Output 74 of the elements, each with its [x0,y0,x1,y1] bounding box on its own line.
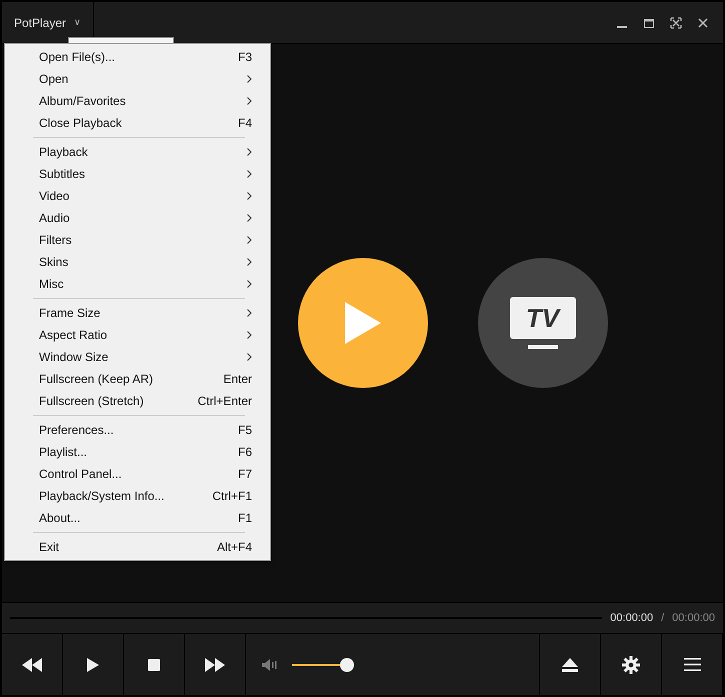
menu-item[interactable]: Exit Alt+F4 [5,536,270,558]
menu-item-label: Playlist... [39,444,88,461]
menu-item[interactable]: Window Size [5,346,270,368]
menu-item[interactable]: Close Playback F4 [5,112,270,134]
total-time: 00:00:00 [672,610,715,626]
menu-item[interactable]: Aspect Ratio [5,324,270,346]
menu-item-label: Control Panel... [39,466,123,483]
menu-item-label: Audio [39,210,71,227]
menu-item[interactable]: Frame Size [5,302,270,324]
menu-item-label: Open File(s)... [39,49,116,66]
menu-item[interactable]: Misc [5,273,270,295]
menu-item[interactable]: Preferences... F5 [5,419,270,441]
menu-item-label: Playback/System Info... [39,488,166,505]
menu-item-label: Exit [39,539,60,556]
menu-item[interactable]: Album/Favorites [5,90,270,112]
play-icon [342,300,382,346]
menu-item[interactable]: Playback/System Info... Ctrl+F1 [5,485,270,507]
maximize-icon[interactable] [643,16,655,28]
menu-icon [684,658,700,671]
tv-button[interactable]: TV [478,258,608,388]
shortcut-label: F4 [238,115,252,132]
menu-item[interactable]: Filters [5,229,270,251]
menu-item-label: Frame Size [39,305,102,322]
volume-slider[interactable] [292,658,354,672]
eject-icon [562,658,578,672]
menu-item[interactable]: Fullscreen (Keep AR) Enter [5,368,270,390]
menu-item-label: About... [39,510,82,527]
menu-item-label: Fullscreen (Stretch) [39,393,145,410]
current-time: 00:00:00 [610,610,654,626]
shortcut-label: Ctrl+Enter [198,393,252,410]
menu-item-label: Misc [39,276,65,293]
menu-item[interactable]: Open File(s)... F3 [5,46,270,68]
menu-item-label: Window Size [39,349,110,366]
menu-item-label: Aspect Ratio [39,327,108,344]
menu-item[interactable]: Playback [5,141,270,163]
menu-item[interactable]: Skins [5,251,270,273]
rewind-icon [22,658,42,672]
menu-item-label: Close Playback [39,115,123,132]
settings-icon [622,656,640,674]
shortcut-label: Alt+F4 [216,539,252,556]
fullscreen-icon[interactable] [670,16,682,28]
menu-item[interactable]: Open [5,68,270,90]
menu-item[interactable]: Fullscreen (Stretch) Ctrl+Enter [5,390,270,412]
menu-item-label: Fullscreen (Keep AR) [39,371,154,388]
shortcut-label: F6 [238,444,252,461]
menu-item[interactable]: Audio [5,207,270,229]
speaker-icon[interactable] [262,658,278,670]
fast-forward-icon [205,658,225,672]
menu-item-label: Filters [39,232,73,249]
menu-item-label: Subtitles [39,166,86,183]
menu-item[interactable]: Control Panel... F7 [5,463,270,485]
menu-item[interactable]: Playlist... F6 [5,441,270,463]
shortcut-label: Ctrl+F1 [212,488,252,505]
menu-item-label: Playback [39,144,89,161]
menu-item-label: Video [39,188,70,205]
play-icon [87,658,99,672]
time-separator: / [661,610,664,626]
shortcut-label: F7 [238,466,252,483]
menu-item-label: Album/Favorites [39,93,127,110]
shortcut-label: F5 [238,422,252,439]
menu-item-label: Open [39,71,70,88]
volume-thumb[interactable] [340,658,354,672]
shortcut-label: F1 [238,510,252,527]
menu-item-label: Skins [39,254,70,271]
stop-icon [148,658,160,670]
menu-item[interactable]: Subtitles [5,163,270,185]
shortcut-label: Enter [223,371,252,388]
menu-item[interactable]: About... F1 [5,507,270,529]
close-icon[interactable] [697,16,709,28]
shortcut-label: F3 [238,49,252,66]
menu-item-label: Preferences... [39,422,115,439]
tv-label: TV [510,297,576,339]
tv-stand [528,345,558,349]
menu-item[interactable]: Video [5,185,270,207]
